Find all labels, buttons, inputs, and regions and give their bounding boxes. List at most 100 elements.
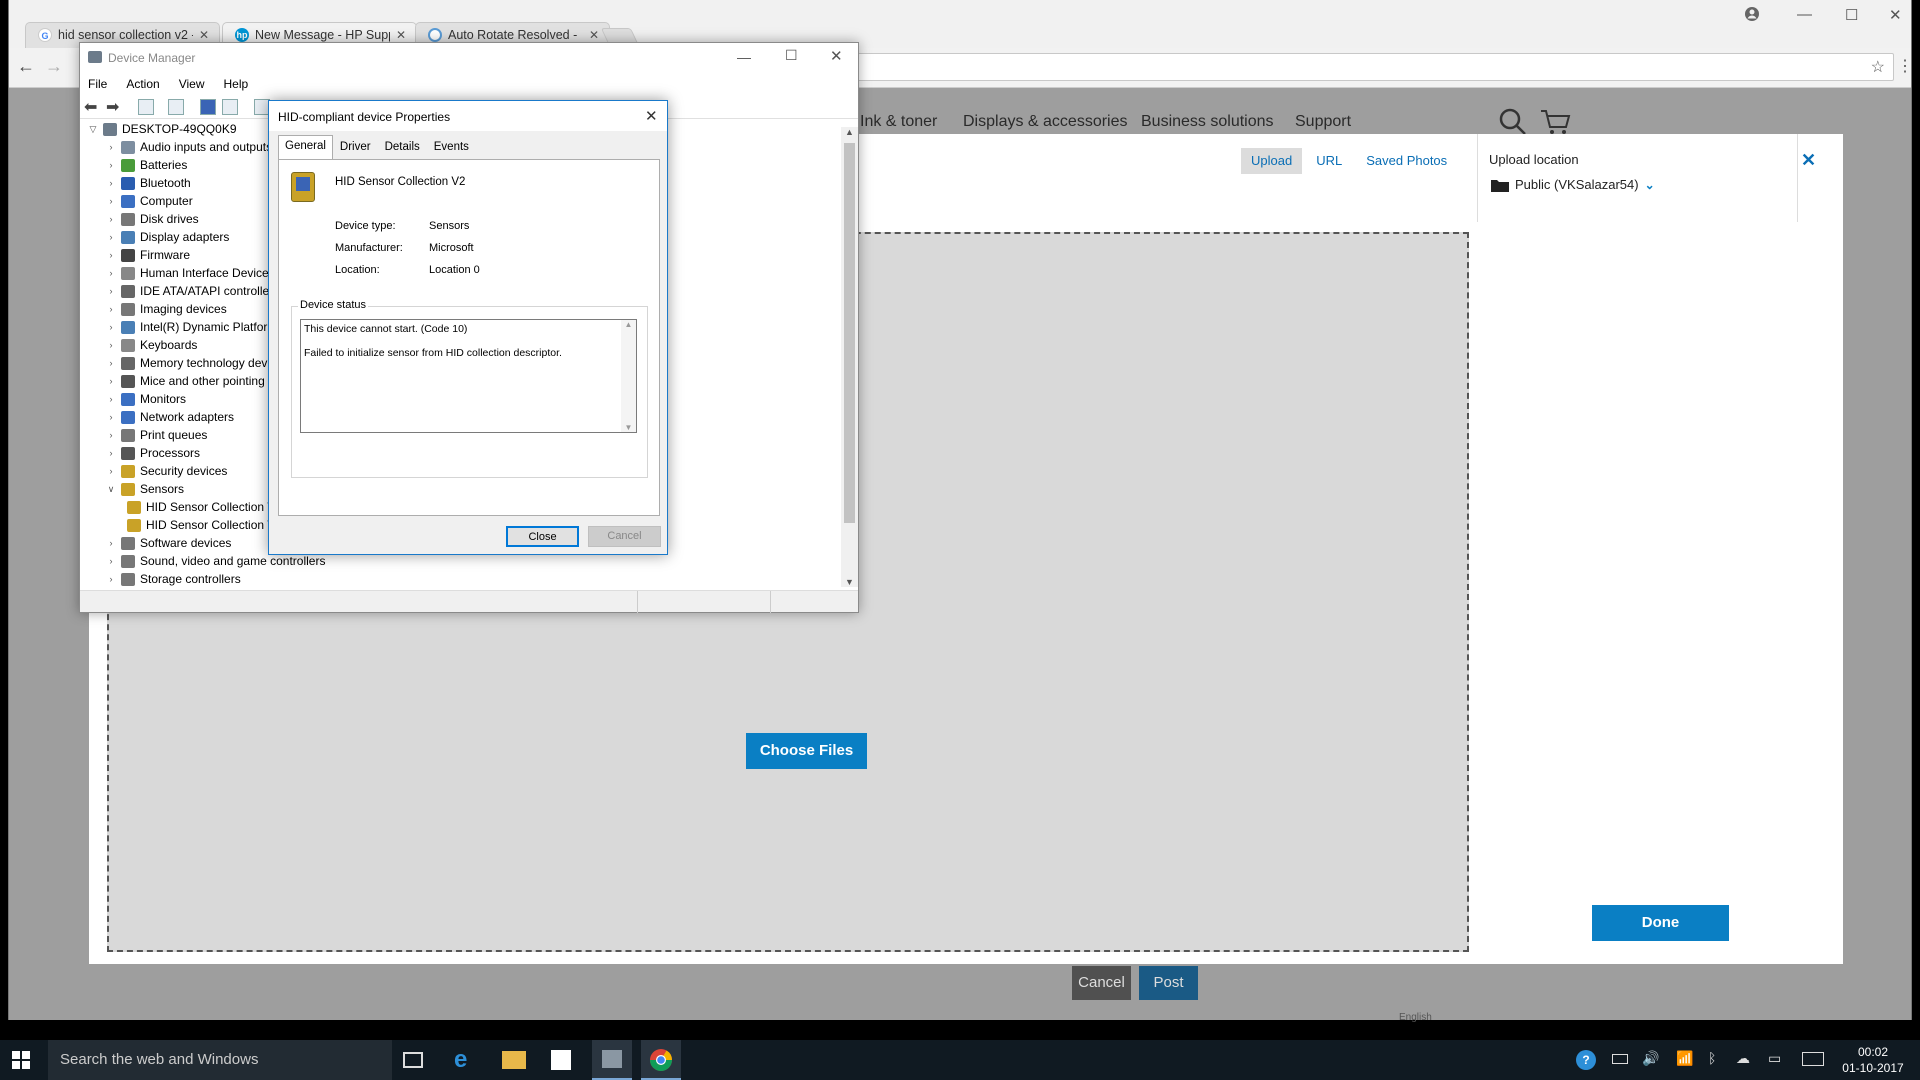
chrome-taskbar-button[interactable] — [641, 1040, 681, 1080]
device-status-textbox[interactable]: This device cannot start. (Code 10) Fail… — [300, 319, 637, 433]
expand-icon[interactable]: › — [104, 156, 118, 174]
vertical-scrollbar[interactable]: ▲ ▼ — [841, 127, 858, 587]
tree-category-item[interactable]: › Imaging devices — [104, 300, 227, 318]
edge-icon[interactable]: e — [454, 1048, 478, 1072]
menu-action[interactable]: Action — [126, 73, 168, 95]
tab-general[interactable]: General — [278, 135, 333, 159]
expand-icon[interactable]: › — [104, 246, 118, 264]
tab-close-icon[interactable]: ✕ — [396, 28, 406, 42]
scroll-down-icon[interactable]: ▼ — [621, 423, 636, 432]
cancel-post-button[interactable]: Cancel — [1072, 966, 1131, 1000]
tree-category-item[interactable]: › Monitors — [104, 390, 187, 408]
collapse-icon[interactable]: ▽ — [86, 120, 100, 138]
done-button[interactable]: Done — [1592, 905, 1729, 941]
store-icon[interactable] — [551, 1050, 571, 1070]
taskbar-clock[interactable]: 00:02 01-10-2017 — [1838, 1044, 1908, 1076]
expand-icon[interactable]: › — [104, 462, 118, 480]
volume-icon[interactable]: 🔊 — [1642, 1050, 1659, 1067]
bluetooth-icon[interactable]: ᛒ — [1708, 1050, 1716, 1066]
forward-arrow-icon[interactable]: → — [45, 56, 63, 77]
tree-device-item[interactable]: HID Sensor Collection V2 — [124, 516, 282, 534]
expand-icon[interactable]: › — [104, 336, 118, 354]
wifi-icon[interactable]: 📶 — [1676, 1050, 1693, 1067]
expand-icon[interactable]: › — [104, 318, 118, 336]
tree-category-item[interactable]: › Keyboards — [104, 336, 198, 354]
battery-icon[interactable] — [1612, 1054, 1628, 1064]
scroll-down-icon[interactable]: ▼ — [845, 577, 854, 587]
bookmark-star-icon[interactable]: ☆ — [1871, 57, 1885, 77]
expand-icon[interactable]: › — [104, 192, 118, 210]
chrome-menu-icon[interactable]: ⋮ — [1897, 56, 1913, 76]
tree-category-item[interactable]: ∨ Sensors — [104, 480, 184, 498]
tab-url[interactable]: URL — [1306, 148, 1352, 174]
forward-arrow-icon[interactable]: ➡ — [106, 97, 119, 117]
nav-displays-accessories[interactable]: Displays & accessories — [963, 113, 1128, 131]
nav-ink-toner[interactable]: Ink & toner — [860, 113, 937, 131]
expand-icon[interactable]: › — [104, 570, 118, 587]
file-explorer-icon[interactable] — [502, 1051, 526, 1069]
expand-icon[interactable]: › — [104, 300, 118, 318]
collapse-icon[interactable]: ∨ — [104, 480, 118, 498]
minimize-icon[interactable]: — — [1797, 6, 1812, 23]
onedrive-icon[interactable]: ☁ — [1736, 1050, 1750, 1067]
tree-device-item[interactable]: HID Sensor Collection V2 — [124, 498, 282, 516]
expand-icon[interactable]: › — [104, 552, 118, 570]
tree-category-item[interactable]: › Processors — [104, 444, 201, 462]
expand-icon[interactable]: › — [104, 210, 118, 228]
expand-icon[interactable]: › — [104, 282, 118, 300]
tree-category-item[interactable]: › Intel(R) Dynamic Platform — [104, 318, 278, 336]
cancel-button[interactable]: Cancel — [588, 526, 661, 547]
help-tray-icon[interactable]: ? — [1576, 1050, 1596, 1070]
expand-icon[interactable]: › — [104, 138, 118, 156]
tab-driver[interactable]: Driver — [333, 137, 378, 159]
expand-icon[interactable]: › — [104, 408, 118, 426]
tree-category-item[interactable]: › Bluetooth — [104, 174, 191, 192]
scroll-up-icon[interactable]: ▲ — [845, 127, 854, 137]
scrollbar-thumb[interactable] — [844, 143, 855, 523]
help-icon[interactable] — [200, 99, 216, 115]
tree-category-item[interactable]: › Security devices — [104, 462, 228, 480]
taskbar-search-box[interactable]: Search the web and Windows — [48, 1040, 392, 1080]
tab-close-icon[interactable]: ✕ — [589, 28, 599, 42]
tab-upload[interactable]: Upload — [1241, 148, 1303, 174]
tab-saved-photos[interactable]: Saved Photos — [1356, 148, 1457, 174]
close-icon[interactable]: ✕ — [1889, 6, 1902, 24]
menu-file[interactable]: File — [88, 73, 116, 95]
keyboard-icon[interactable] — [1802, 1052, 1824, 1066]
maximize-icon[interactable]: ☐ — [785, 47, 798, 64]
menu-help[interactable]: Help — [224, 73, 258, 95]
tree-category-item[interactable]: › Network adapters — [104, 408, 235, 426]
tree-category-item[interactable]: › Storage controllers — [104, 570, 241, 587]
close-icon[interactable]: ✕ — [830, 47, 843, 65]
expand-icon[interactable]: › — [104, 264, 118, 282]
tree-category-item[interactable]: › Print queues — [104, 426, 208, 444]
minimize-icon[interactable]: — — [737, 49, 751, 65]
close-modal-icon[interactable]: ✕ — [1801, 150, 1816, 171]
tree-category-item[interactable]: › Human Interface Devices — [104, 264, 275, 282]
tree-root[interactable]: ▽ DESKTOP-49QQ0K9 — [86, 120, 237, 138]
nav-support[interactable]: Support — [1295, 113, 1351, 131]
close-button[interactable]: Close — [506, 526, 579, 547]
tab-details[interactable]: Details — [378, 137, 427, 159]
view-icon[interactable] — [222, 99, 238, 115]
tree-category-item[interactable]: › Computer — [104, 192, 193, 210]
language-link[interactable]: English — [1399, 1012, 1432, 1023]
profile-icon[interactable] — [1744, 6, 1760, 26]
windows-start-icon[interactable] — [12, 1051, 30, 1072]
scroll-up-icon[interactable]: ▲ — [621, 320, 636, 329]
expand-icon[interactable]: › — [104, 354, 118, 372]
choose-files-button[interactable]: Choose Files — [746, 733, 867, 769]
tree-category-item[interactable]: › Software devices — [104, 534, 232, 552]
back-arrow-icon[interactable]: ← — [17, 56, 35, 77]
properties-icon[interactable] — [138, 99, 154, 115]
tree-category-item[interactable]: › Disk drives — [104, 210, 199, 228]
expand-icon[interactable]: › — [104, 534, 118, 552]
device-manager-taskbar-button[interactable] — [592, 1040, 632, 1080]
expand-icon[interactable]: › — [104, 228, 118, 246]
tab-close-icon[interactable]: ✕ — [199, 28, 209, 42]
menu-view[interactable]: View — [179, 73, 214, 95]
tree-category-item[interactable]: › Firmware — [104, 246, 191, 264]
tree-category-item[interactable]: › Display adapters — [104, 228, 230, 246]
tree-category-item[interactable]: › Audio inputs and outputs — [104, 138, 273, 156]
close-icon[interactable]: ✕ — [645, 107, 658, 125]
